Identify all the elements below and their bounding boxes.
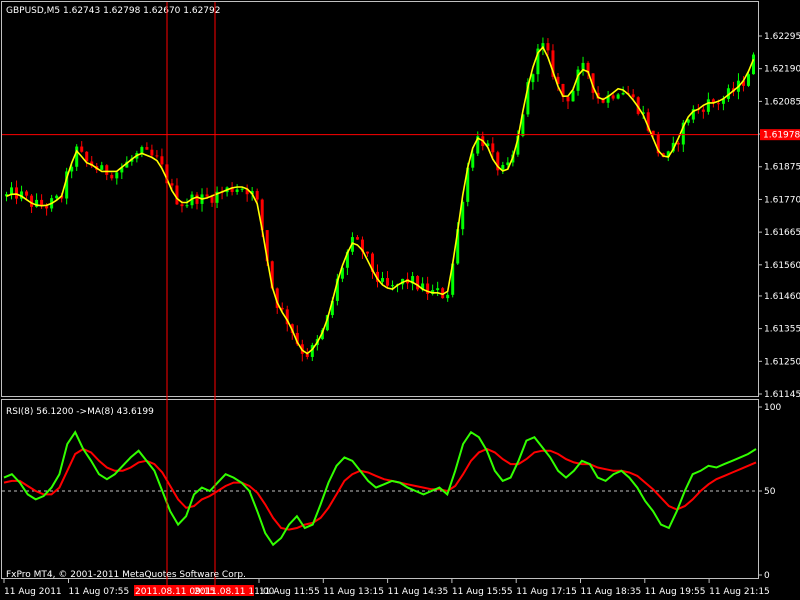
candle-body	[10, 187, 14, 195]
price-tick-label: 1.61770	[764, 195, 800, 205]
candle-body	[45, 206, 49, 209]
candle-body	[160, 156, 164, 165]
candle-body	[355, 237, 359, 240]
candle-body	[616, 94, 620, 99]
candle-body	[25, 191, 29, 196]
mt4-chart[interactable]: 1.622951.621901.620851.619801.618751.617…	[0, 0, 800, 600]
candle-body	[571, 90, 575, 102]
price-tick-label: 1.61875	[764, 163, 800, 173]
price-tick-label: 1.62295	[764, 32, 800, 42]
candle-body	[365, 251, 369, 254]
candle-body	[155, 155, 159, 157]
copyright-footer: FxPro MT4, © 2001-2011 MetaQuotes Softwa…	[6, 570, 246, 580]
candle-body	[716, 103, 720, 105]
rsi-tick-label: 100	[764, 403, 781, 413]
price-tick-label: 1.61460	[764, 292, 800, 302]
candle-body	[195, 194, 199, 204]
candle-body	[150, 149, 154, 156]
candle-body	[436, 288, 440, 291]
rsi-tick-label: 0	[764, 571, 770, 581]
time-tick-label: 11 Aug 15:55	[452, 587, 513, 597]
candle-body	[145, 147, 149, 150]
time-tick-label: 11 Aug 13:15	[323, 587, 384, 597]
price-tick-label: 1.62190	[764, 65, 800, 75]
candle-body	[255, 191, 259, 200]
candle-body	[566, 96, 570, 102]
candle-body	[471, 153, 475, 168]
candle-body	[180, 204, 184, 207]
chart-background	[0, 0, 800, 600]
candle-body	[110, 174, 114, 179]
candle-body	[416, 276, 420, 290]
candle-body	[75, 146, 79, 167]
time-tick-label: 11 Aug 14:35	[388, 587, 449, 597]
candle-body	[746, 74, 750, 86]
candle-body	[140, 147, 144, 154]
candle-body	[676, 142, 680, 145]
candle-body	[15, 187, 19, 199]
time-tick-label: 11 Aug 19:55	[645, 587, 706, 597]
rsi-title: RSI(8) 56.1200 ->MA(8) 43.6199	[6, 407, 154, 417]
price-tick-label: 1.61250	[764, 357, 800, 367]
rsi-tick-label: 50	[764, 487, 776, 497]
candle-body	[55, 195, 59, 199]
price-tick-label: 1.61560	[764, 261, 800, 271]
time-tick-label: 11 Aug 21:15	[709, 587, 770, 597]
candle-body	[631, 94, 635, 98]
candle-body	[621, 93, 625, 95]
candle-body	[175, 185, 179, 205]
candle-body	[751, 54, 755, 75]
candle-body	[706, 99, 710, 112]
price-tick-label: 1.61145	[764, 390, 800, 400]
price-tick-label: 1.61355	[764, 325, 800, 335]
time-tick-label: 11 Aug 07:55	[69, 587, 130, 597]
candle-body	[611, 95, 615, 99]
candle-body	[381, 278, 385, 282]
candle-body	[391, 285, 395, 287]
candle-body	[210, 196, 214, 203]
candle-body	[235, 189, 239, 192]
candle-body	[100, 165, 104, 170]
candle-body	[170, 183, 174, 186]
candle-body	[701, 109, 705, 112]
crosshair-time-label-2: 2011.08.11 11:00	[194, 587, 275, 597]
candle-body	[30, 195, 34, 207]
time-tick-label: 11 Aug 18:35	[581, 587, 642, 597]
candle-body	[205, 194, 209, 197]
candle-body	[386, 278, 390, 286]
time-tick-label: 11 Aug 17:15	[516, 587, 577, 597]
candle-body	[546, 43, 550, 51]
time-tick-label: 11 Aug 2011	[4, 587, 62, 597]
candle-body	[240, 188, 244, 190]
candle-body	[531, 74, 535, 83]
price-tick-label: 1.62085	[764, 97, 800, 107]
candle-body	[446, 294, 450, 299]
candle-body	[185, 205, 189, 207]
candle-body	[105, 165, 109, 175]
current-price-label: 1.61978	[763, 131, 800, 141]
candle-body	[80, 146, 84, 152]
candle-body	[491, 143, 495, 153]
price-tick-label: 1.61665	[764, 228, 800, 238]
chart-title: GBPUSD,M5 1.62743 1.62798 1.62670 1.6279…	[6, 6, 220, 16]
candle-body	[115, 172, 119, 179]
candle-body	[85, 151, 89, 162]
candle-body	[581, 62, 585, 70]
